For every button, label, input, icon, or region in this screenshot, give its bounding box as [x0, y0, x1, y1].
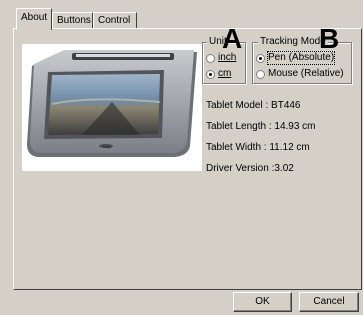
about-panel — [13, 28, 362, 290]
tab-control[interactable]: Control — [93, 12, 137, 28]
cancel-button[interactable]: Cancel — [299, 292, 359, 312]
annotation-b: B — [319, 23, 340, 54]
ok-button[interactable]: OK — [233, 292, 292, 312]
annotation-a: A — [222, 23, 243, 54]
tab-about[interactable]: About — [16, 8, 52, 30]
tab-buttons[interactable]: Buttons — [52, 12, 93, 28]
